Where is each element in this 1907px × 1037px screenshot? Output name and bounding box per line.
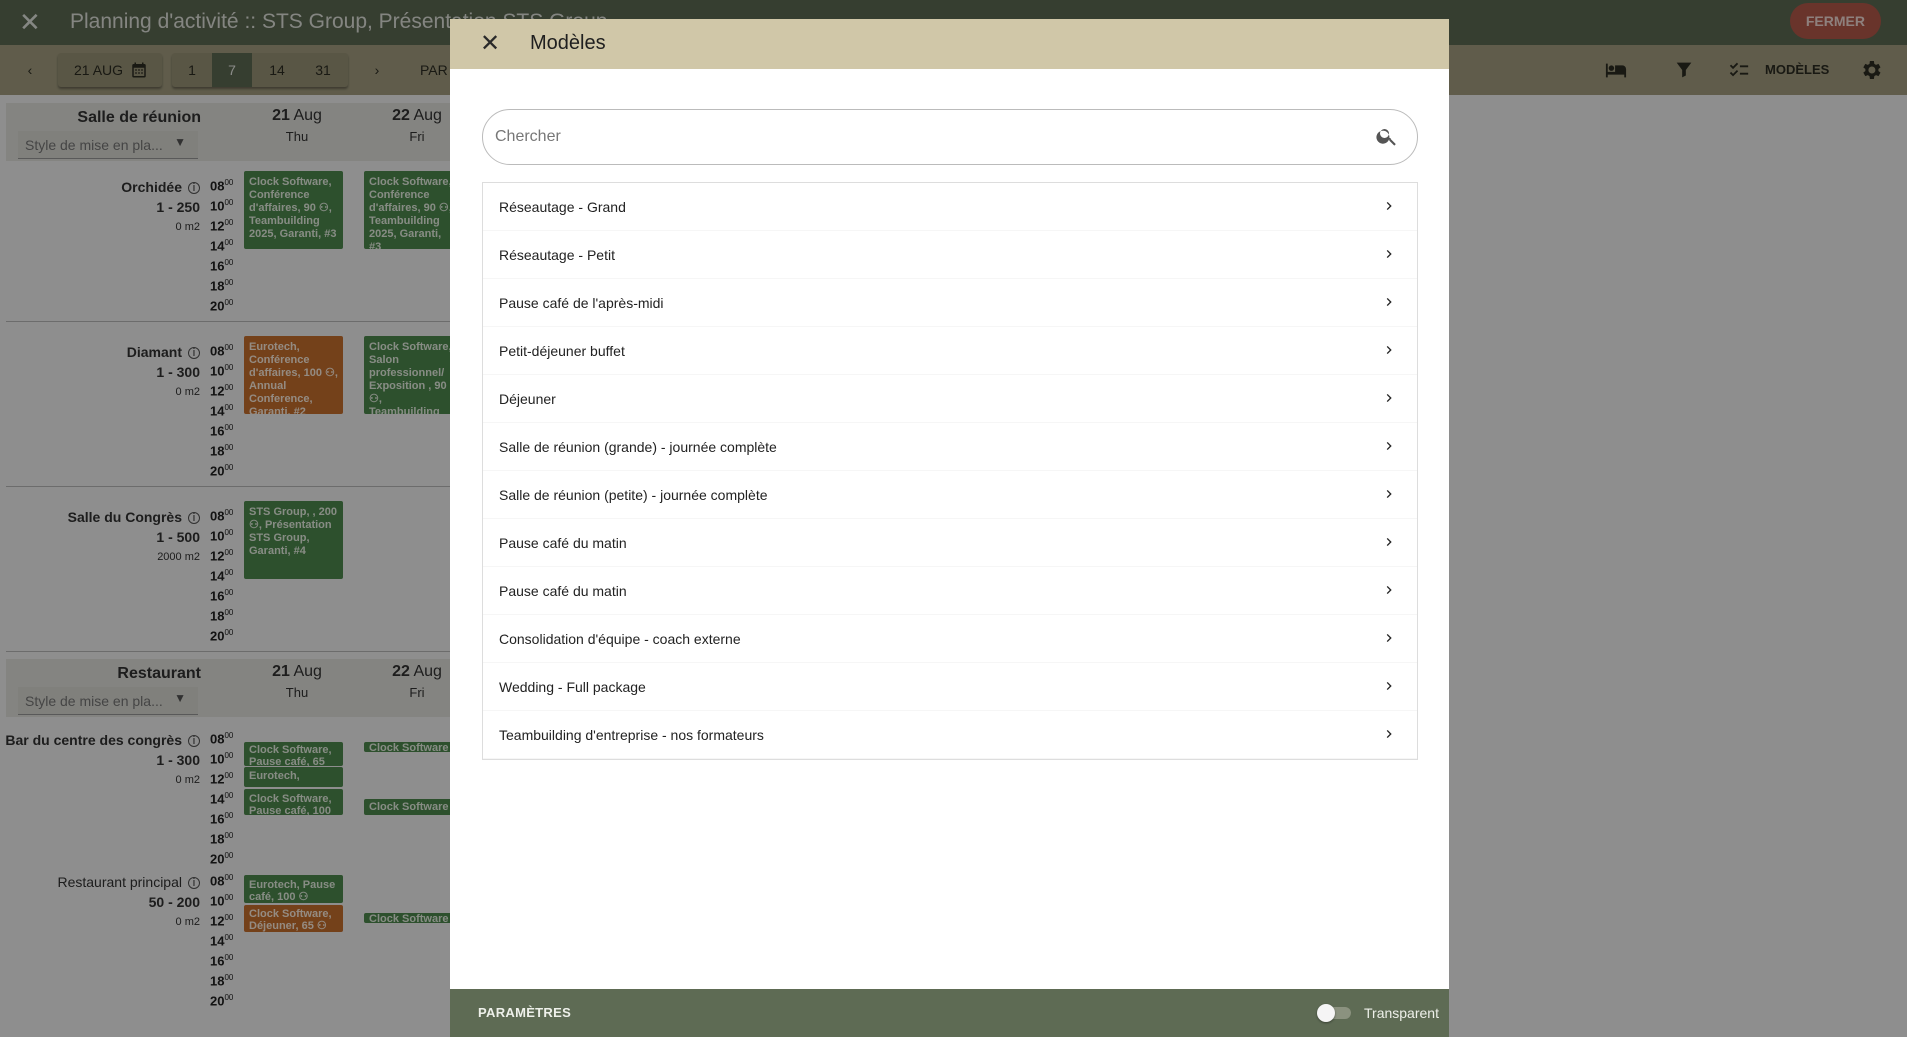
model-list-item[interactable]: Wedding - Full package (483, 663, 1417, 711)
model-list-item[interactable]: Pause café du matin (483, 567, 1417, 615)
search-input[interactable] (495, 124, 1355, 150)
models-dialog: ✕ Modèles Réseautage - GrandRéseautage -… (450, 19, 1449, 1037)
model-list-item[interactable]: Petit-déjeuner buffet (483, 327, 1417, 375)
search-icon[interactable] (1375, 124, 1399, 148)
model-item-label: Salle de réunion (petite) - journée comp… (499, 487, 768, 503)
model-list-item[interactable]: Salle de réunion (petite) - journée comp… (483, 471, 1417, 519)
search-box (482, 109, 1418, 165)
model-item-label: Pause café du matin (499, 535, 627, 551)
dialog-header: ✕ Modèles (450, 19, 1449, 69)
chevron-right-icon (1386, 346, 1392, 354)
toggle-knob (1317, 1004, 1335, 1022)
chevron-right-icon (1386, 250, 1392, 258)
chevron-right-icon (1386, 394, 1392, 402)
model-item-label: Réseautage - Grand (499, 199, 626, 215)
model-list-item[interactable]: Réseautage - Petit (483, 231, 1417, 279)
model-list-item[interactable]: Consolidation d'équipe - coach externe (483, 615, 1417, 663)
chevron-right-icon (1386, 634, 1392, 642)
dialog-footer: PARAMÈTRES Transparent (450, 989, 1449, 1037)
dialog-title: Modèles (530, 32, 606, 54)
model-item-label: Consolidation d'équipe - coach externe (499, 631, 741, 647)
chevron-right-icon (1386, 730, 1392, 738)
model-list-item[interactable]: Salle de réunion (grande) - journée comp… (483, 423, 1417, 471)
model-list-item[interactable]: Pause café du matin (483, 519, 1417, 567)
chevron-right-icon (1386, 202, 1392, 210)
model-item-label: Petit-déjeuner buffet (499, 343, 625, 359)
settings-button[interactable]: PARAMÈTRES (478, 1005, 571, 1020)
chevron-right-icon (1386, 682, 1392, 690)
chevron-right-icon (1386, 538, 1392, 546)
model-list-item[interactable]: Déjeuner (483, 375, 1417, 423)
model-item-label: Pause café du matin (499, 583, 627, 599)
chevron-right-icon (1386, 490, 1392, 498)
model-item-label: Wedding - Full package (499, 679, 646, 695)
model-list-item[interactable]: Pause café de l'après-midi (483, 279, 1417, 327)
close-icon[interactable]: ✕ (480, 29, 500, 58)
chevron-right-icon (1386, 442, 1392, 450)
chevron-right-icon (1386, 298, 1392, 306)
model-item-label: Pause café de l'après-midi (499, 295, 664, 311)
models-list: Réseautage - Grand Réseautage - Petit Paus… (482, 182, 1418, 760)
model-list-item[interactable]: Réseautage - Grand (483, 183, 1417, 231)
model-item-label: Salle de réunion (grande) - journée comp… (499, 439, 777, 455)
model-item-label: Réseautage - Petit (499, 247, 615, 263)
model-item-label: Teambuilding d'entreprise - nos formateu… (499, 727, 764, 743)
transparent-label: Transparent (1364, 1005, 1439, 1021)
model-list-item[interactable]: Teambuilding d'entreprise - nos formateu… (483, 711, 1417, 759)
model-item-label: Déjeuner (499, 391, 556, 407)
chevron-right-icon (1386, 586, 1392, 594)
transparent-toggle[interactable] (1317, 1004, 1351, 1022)
